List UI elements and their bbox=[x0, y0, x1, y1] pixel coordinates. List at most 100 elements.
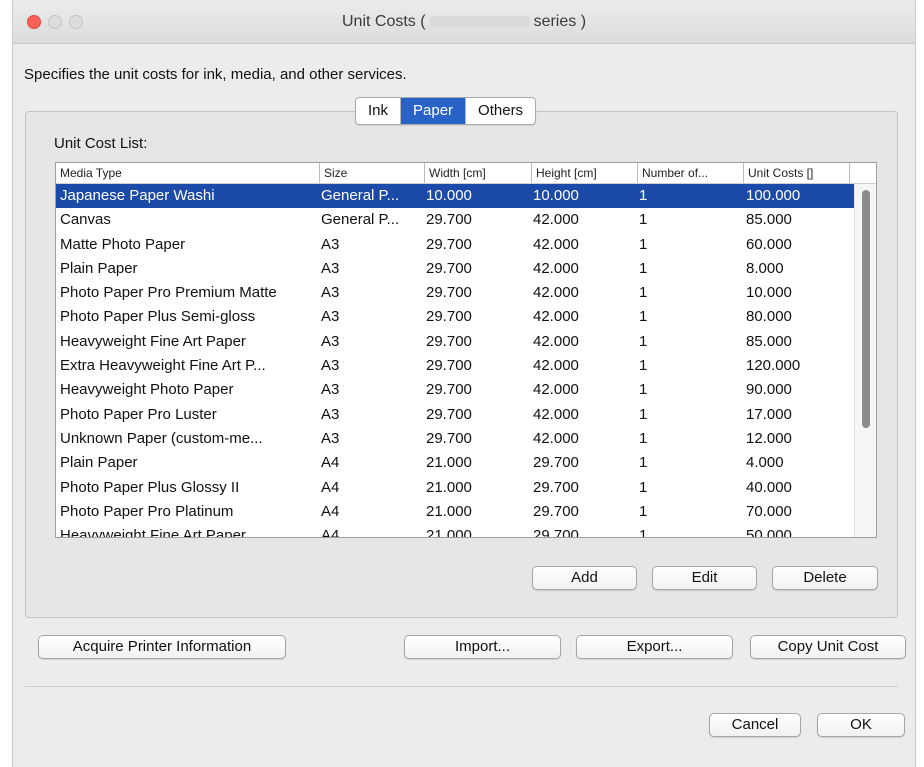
table-cell: 1 bbox=[639, 357, 648, 375]
table-cell: 29.700 bbox=[426, 308, 472, 326]
table-cell: 1 bbox=[639, 405, 648, 423]
table-cell: 29.700 bbox=[426, 284, 472, 302]
table-cell: 1 bbox=[639, 211, 648, 229]
export-button[interactable]: Export... bbox=[576, 635, 733, 659]
table-row[interactable]: Photo Paper Plus Glossy II A4 21.000 29.700… bbox=[56, 476, 854, 500]
table-cell: General P... bbox=[321, 211, 400, 229]
table-cell: 85.000 bbox=[746, 211, 792, 229]
table-cell: 1 bbox=[639, 454, 648, 472]
table-cell: 40.000 bbox=[746, 478, 792, 496]
table-cell: 42.000 bbox=[533, 308, 579, 326]
table-row[interactable]: Plain Paper A3 29.700 42.000 1 8.000 bbox=[56, 257, 854, 281]
table-cell: 29.700 bbox=[426, 357, 472, 375]
table-cell: 1 bbox=[639, 527, 648, 538]
table-cell: 10.000 bbox=[426, 187, 472, 204]
table-cell: A3 bbox=[321, 284, 340, 302]
table-row[interactable]: Unknown Paper (custom-me... A3 29.700 42.00… bbox=[56, 427, 854, 451]
table-cell: 21.000 bbox=[426, 454, 472, 472]
column-header-number[interactable]: Number of... bbox=[637, 163, 743, 183]
column-header-media-type[interactable]: Media Type bbox=[56, 163, 319, 183]
tab-others[interactable]: Others bbox=[466, 98, 535, 124]
table-cell: Photo Paper Pro Luster bbox=[60, 405, 217, 423]
table-cell: A4 bbox=[321, 454, 340, 472]
table-row[interactable]: Heavyweight Fine Art Paper A4 21.000 29.700… bbox=[56, 524, 854, 538]
table-cell: Heavyweight Fine Art Paper bbox=[60, 527, 246, 538]
table-cell: Heavyweight Photo Paper bbox=[60, 381, 234, 399]
table-header: Media Type Size Width [cm] Height [cm] N… bbox=[56, 163, 876, 184]
divider bbox=[25, 686, 898, 687]
title-suffix: series ) bbox=[533, 13, 587, 30]
table-cell: 42.000 bbox=[533, 332, 579, 350]
table-cell: 10.000 bbox=[533, 187, 579, 204]
table-cell: 1 bbox=[639, 502, 648, 520]
table-cell: 42.000 bbox=[533, 284, 579, 302]
import-button[interactable]: Import... bbox=[404, 635, 561, 659]
table-cell: A3 bbox=[321, 235, 340, 253]
table-cell: 29.700 bbox=[426, 259, 472, 277]
table-cell: 29.700 bbox=[426, 332, 472, 350]
table-row[interactable]: Photo Paper Pro Platinum A4 21.000 29.700 1 7… bbox=[56, 500, 854, 524]
table-row[interactable]: Photo Paper Plus Semi-gloss A3 29.700 42.00… bbox=[56, 305, 854, 329]
table-cell: A3 bbox=[321, 405, 340, 423]
table-cell: 42.000 bbox=[533, 429, 579, 447]
column-header-width[interactable]: Width [cm] bbox=[424, 163, 531, 183]
table-cell: 29.700 bbox=[533, 527, 579, 538]
column-header-extra bbox=[849, 163, 876, 183]
table-cell: 1 bbox=[639, 187, 648, 204]
title-prefix: Unit Costs ( bbox=[341, 13, 426, 30]
table-row[interactable]: Matte Photo Paper A3 29.700 42.000 1 60.000 bbox=[56, 233, 854, 257]
table-row[interactable]: Japanese Paper Washi General P... 10.000 10… bbox=[56, 184, 854, 209]
table-cell: 60.000 bbox=[746, 235, 792, 253]
delete-button[interactable]: Delete bbox=[772, 566, 878, 590]
add-button[interactable]: Add bbox=[532, 566, 637, 590]
table-row[interactable]: Heavyweight Photo Paper A3 29.700 42.000 1 90… bbox=[56, 378, 854, 402]
column-header-size[interactable]: Size bbox=[319, 163, 424, 183]
table-cell: 29.700 bbox=[533, 478, 579, 496]
table-cell: Unknown Paper (custom-me... bbox=[60, 429, 263, 447]
table-cell: A3 bbox=[321, 357, 340, 375]
title-bar: Unit Costs ( series ) bbox=[13, 0, 915, 44]
vertical-scrollbar[interactable] bbox=[854, 184, 876, 537]
tab-ink[interactable]: Ink bbox=[356, 98, 402, 124]
table-row[interactable]: Photo Paper Pro Luster A3 29.700 42.000 1 17.… bbox=[56, 403, 854, 427]
table-cell: A3 bbox=[321, 308, 340, 326]
table-cell: 1 bbox=[639, 308, 648, 326]
table-cell: Heavyweight Fine Art Paper bbox=[60, 332, 246, 350]
table-cell: 42.000 bbox=[533, 211, 579, 229]
table-row[interactable]: Plain Paper A4 21.000 29.700 1 4.000 bbox=[56, 451, 854, 475]
table-cell: A3 bbox=[321, 429, 340, 447]
edit-button[interactable]: Edit bbox=[652, 566, 757, 590]
table-row[interactable]: Canvas General P... 29.700 42.000 1 85.000 bbox=[56, 208, 854, 232]
table-cell: Photo Paper Pro Platinum bbox=[60, 502, 234, 520]
table-row[interactable]: Photo Paper Pro Premium Matte A3 29.700 42.… bbox=[56, 281, 854, 305]
table-cell: A4 bbox=[321, 478, 340, 496]
copy-unit-cost-button[interactable]: Copy Unit Cost bbox=[750, 635, 906, 659]
table-cell: Plain Paper bbox=[60, 259, 138, 277]
table-cell: 8.000 bbox=[746, 259, 784, 277]
table-rows: Japanese Paper Washi General P... 10.000 10… bbox=[56, 184, 854, 538]
table-cell: 1 bbox=[639, 429, 648, 447]
acquire-printer-information-button[interactable]: Acquire Printer Information bbox=[38, 635, 286, 659]
table-cell: 29.700 bbox=[533, 454, 579, 472]
table-row[interactable]: Heavyweight Fine Art Paper A3 29.700 42.000… bbox=[56, 330, 854, 354]
tab-paper[interactable]: Paper bbox=[401, 98, 467, 124]
cancel-button[interactable]: Cancel bbox=[709, 713, 801, 737]
table-cell: 42.000 bbox=[533, 259, 579, 277]
table-cell: Japanese Paper Washi bbox=[60, 187, 215, 204]
column-header-unit-costs[interactable]: Unit Costs [] bbox=[743, 163, 849, 183]
column-header-height[interactable]: Height [cm] bbox=[531, 163, 637, 183]
table-cell: 29.700 bbox=[426, 235, 472, 253]
table-cell: 21.000 bbox=[426, 527, 472, 538]
table-cell: 120.000 bbox=[746, 357, 801, 375]
table-cell: 17.000 bbox=[746, 405, 792, 423]
tab-bar: Ink Paper Others bbox=[355, 97, 537, 125]
scrollbar-thumb[interactable] bbox=[862, 190, 870, 428]
table-cell: 90.000 bbox=[746, 381, 792, 399]
table-cell: 29.700 bbox=[426, 381, 472, 399]
redacted-model-name bbox=[429, 16, 530, 28]
table-cell: 1 bbox=[639, 235, 648, 253]
table-row[interactable]: Extra Heavyweight Fine Art P... A3 29.700 4… bbox=[56, 354, 854, 378]
ok-button[interactable]: OK bbox=[817, 713, 905, 737]
table-cell: 80.000 bbox=[746, 308, 792, 326]
table-cell: A3 bbox=[321, 332, 340, 350]
